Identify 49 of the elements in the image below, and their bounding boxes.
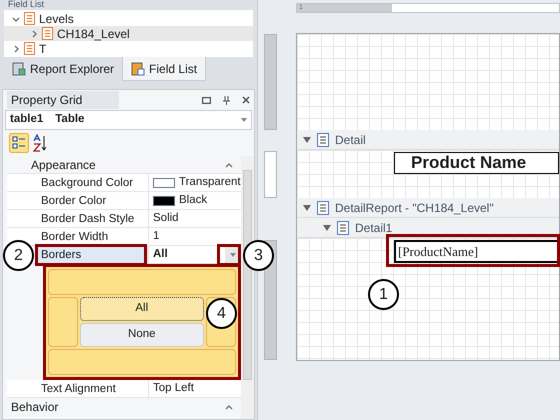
band-label: Detail (335, 132, 366, 148)
category-header[interactable]: Behavior (7, 398, 241, 416)
tree-item-label: T (39, 40, 46, 57)
tree-item[interactable]: Levels (4, 11, 253, 26)
tree-item[interactable]: T (4, 41, 253, 56)
close-icon[interactable] (242, 96, 250, 104)
expand-icon[interactable] (30, 30, 38, 38)
band-label: Detail1 (355, 220, 392, 236)
tree-item[interactable]: CH184_Level (4, 26, 253, 41)
panel-title: Property Grid (7, 91, 119, 109)
property-value[interactable]: All (153, 246, 168, 264)
band-header[interactable]: Detail1 (297, 218, 559, 238)
sort-alphabetical-icon[interactable] (33, 134, 47, 152)
panel-title: Field List (7, 0, 46, 10)
object-selector[interactable]: table1 Table (5, 110, 252, 130)
collapse-icon[interactable] (224, 160, 233, 168)
collapse-icon[interactable] (303, 136, 311, 142)
band-header[interactable]: DetailReport - "CH184_Level" (297, 198, 559, 218)
document-icon (42, 27, 53, 40)
caret-icon (241, 118, 247, 122)
property-value[interactable]: 1 (153, 228, 160, 246)
border-option-button[interactable]: None (80, 323, 204, 347)
property-value[interactable]: Transparent (179, 174, 241, 192)
vertical-ruler (264, 151, 277, 198)
band-icon (317, 132, 329, 146)
categorized-icon[interactable] (9, 133, 29, 153)
collapse-icon[interactable] (224, 403, 233, 411)
property-value[interactable]: Black (179, 192, 208, 210)
collapse-icon[interactable] (303, 204, 311, 210)
collapse-icon[interactable] (323, 224, 331, 230)
clipboard-icon (12, 62, 26, 76)
property-value[interactable]: Solid (153, 210, 179, 228)
database-icon (131, 62, 146, 76)
caret-icon (230, 252, 236, 256)
expand-icon[interactable] (12, 44, 20, 52)
band-icon (337, 220, 349, 234)
field-cell[interactable]: [ProductName] (394, 240, 559, 263)
pin-icon[interactable] (223, 96, 230, 104)
panel-tab[interactable]: Field List (122, 57, 206, 81)
maximize-icon[interactable] (202, 96, 211, 104)
property-value[interactable]: Top Left (153, 380, 194, 398)
table-cell[interactable]: Product Name (394, 152, 559, 174)
band-icon (317, 200, 329, 214)
band-header[interactable]: Detail (297, 130, 559, 150)
tree-item-label: CH184_Level (57, 26, 130, 42)
collapse-icon[interactable] (12, 14, 20, 22)
border-option-button[interactable]: All (80, 297, 204, 321)
tree-item-label: Levels (39, 10, 74, 28)
band-label: DetailReport - "CH184_Level" (335, 200, 494, 216)
